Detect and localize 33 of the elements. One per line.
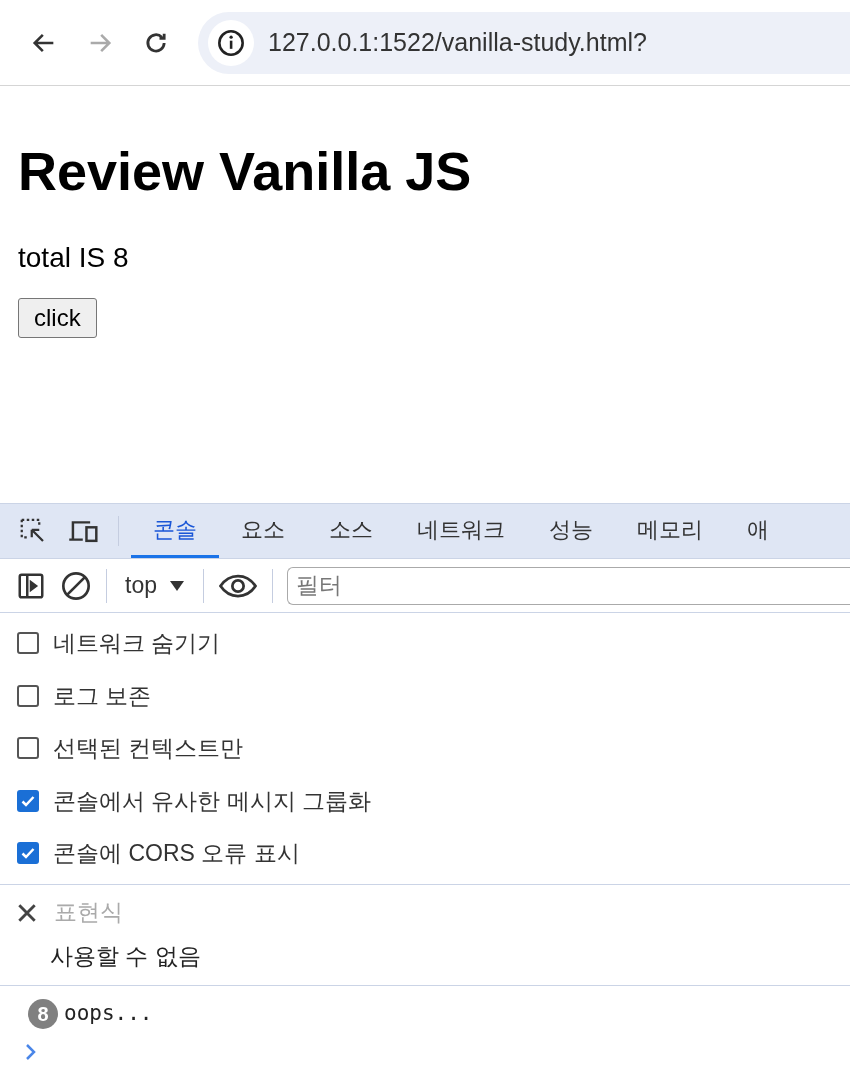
click-button[interactable]: click [18, 298, 97, 338]
checkbox[interactable] [17, 789, 39, 812]
dropdown-icon [169, 579, 185, 592]
devtools-tab[interactable]: 요소 [219, 504, 307, 558]
address-bar[interactable]: 127.0.0.1:1522/vanilla-study.html? [198, 11, 850, 74]
devtools-tab[interactable]: 성능 [527, 504, 615, 558]
devtools-tab[interactable]: 메모리 [615, 504, 725, 558]
checkbox[interactable] [17, 737, 39, 760]
checkbox[interactable] [17, 684, 39, 707]
devtools-tab[interactable]: 네트워크 [395, 504, 527, 558]
prompt-icon[interactable] [24, 1042, 38, 1062]
expression-field[interactable]: 표현식 [54, 895, 354, 930]
setting-label: 네트워크 숨기기 [53, 629, 221, 658]
close-icon[interactable] [16, 901, 38, 924]
expression-result: 사용할 수 없음 [49, 941, 202, 971]
clear-icon[interactable] [60, 569, 92, 602]
repeat-count: 8 [28, 999, 58, 1029]
setting-label: 콘솔에서 유사한 메시지 그룹화 [53, 786, 372, 816]
checkbox[interactable] [17, 842, 39, 865]
devtools-tab[interactable]: 소스 [307, 504, 395, 558]
devtools-tab[interactable]: 애 [725, 504, 791, 558]
checkbox[interactable] [17, 632, 39, 655]
filter-field[interactable]: 필터 [287, 566, 850, 605]
setting-label: 로그 보존 [53, 681, 152, 711]
url-text: 127.0.0.1:1522/vanilla-study.html? [268, 26, 647, 58]
info-icon [217, 28, 245, 57]
page-heading: Review Vanilla JS [18, 144, 473, 198]
context-selector[interactable]: top [121, 568, 189, 603]
total-text: total IS 8 [18, 244, 130, 272]
setting-label: 선택된 컨텍스트만 [53, 734, 244, 763]
devtools-tab[interactable]: 콘솔 [131, 504, 219, 558]
console-message: oops... [64, 1000, 153, 1028]
setting-label: 콘솔에 CORS 오류 표시 [53, 839, 300, 868]
